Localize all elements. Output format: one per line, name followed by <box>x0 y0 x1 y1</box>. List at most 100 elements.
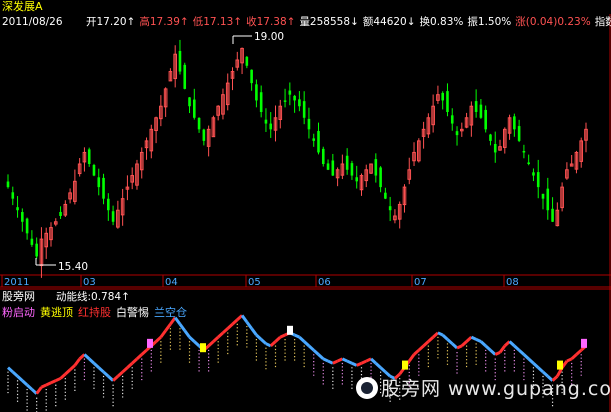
momentum-line-segment <box>121 366 129 374</box>
momentum-line-segment <box>307 344 315 352</box>
candle-body <box>298 99 301 107</box>
momentum-line-segment <box>126 362 134 369</box>
signal-block <box>147 338 153 348</box>
momentum-line-segment <box>92 362 100 369</box>
legend-entry: 红持股 <box>78 305 111 319</box>
candle-body <box>312 138 316 141</box>
header-item: 量258558↓ <box>299 16 358 28</box>
candle-body <box>551 208 554 222</box>
stock-name: 深发展A <box>2 0 43 13</box>
candle-body <box>183 64 187 89</box>
candle-body <box>546 188 550 211</box>
candle-body <box>517 126 521 141</box>
candle-body <box>250 69 253 84</box>
momentum-line-segment <box>327 359 334 365</box>
candle-body <box>202 129 206 141</box>
momentum-line-segment <box>159 329 167 339</box>
momentum-line-segment <box>432 331 439 339</box>
high-label: 19.00 <box>254 31 284 43</box>
momentum-line-segment <box>374 362 382 369</box>
indicator-title: 股旁网 <box>2 289 35 303</box>
candle-body <box>30 238 34 245</box>
header-item: 振1.50% <box>467 15 511 28</box>
momentum-line-segment <box>408 353 416 362</box>
momentum-line-segment <box>532 362 540 369</box>
momentum-line-segment <box>351 361 358 367</box>
momentum-line-segment <box>212 336 220 343</box>
candle-body <box>255 84 258 101</box>
momentum-line-segment <box>274 336 282 343</box>
x-tick-label: 06 <box>318 277 331 288</box>
candle-body <box>269 123 273 130</box>
candle-body <box>288 90 292 95</box>
momentum-line-segment <box>346 359 353 365</box>
momentum-line-segment <box>107 375 115 382</box>
legend-entry: 兰空仓 <box>154 305 187 319</box>
candle-body <box>384 192 387 199</box>
candle-body <box>283 100 287 102</box>
momentum-line-segment <box>164 323 172 332</box>
momentum-line-segment <box>255 333 263 341</box>
momentum-line-segment <box>489 349 497 356</box>
momentum-line-segment <box>317 353 325 360</box>
candle-body <box>331 160 335 176</box>
candle-body <box>493 143 497 153</box>
momentum-line-segment <box>73 358 81 367</box>
momentum-line-segment <box>537 366 545 374</box>
momentum-line-segment <box>155 336 162 343</box>
candle-body <box>11 192 15 199</box>
momentum-line-segment <box>475 337 482 343</box>
header-item: 换0.83% <box>420 15 464 28</box>
header-item: 高17.39↑ <box>139 15 188 28</box>
momentum-line-segment <box>503 340 511 347</box>
momentum-line-segment <box>479 340 487 347</box>
momentum-line-segment <box>303 340 310 347</box>
momentum-line-segment <box>456 344 463 350</box>
candle-body <box>178 50 182 72</box>
signal-block <box>402 360 408 370</box>
momentum-line-segment <box>413 349 420 356</box>
momentum-line-segment <box>341 357 348 363</box>
candle-body <box>307 118 311 130</box>
momentum-line-segment <box>332 359 339 365</box>
candle-body <box>92 165 96 176</box>
momentum-line-segment <box>441 333 449 341</box>
momentum-line-segment <box>312 349 320 356</box>
momentum-line-segment <box>437 331 444 337</box>
momentum-line-segment <box>379 366 387 374</box>
momentum-line-segment <box>140 349 148 356</box>
chart-labels: 2011/08/26 深发展A 开17.20↑ 高17.39↑ 低17.13↑ 收17… <box>1 0 611 319</box>
candle-body <box>479 104 483 118</box>
momentum-line-segment <box>260 338 267 345</box>
candle-body <box>87 149 91 164</box>
x-tick-label: 04 <box>165 277 178 288</box>
x-tick-label: 05 <box>248 277 261 288</box>
candle-body <box>350 163 354 176</box>
x-tick-label: 2011 <box>4 277 29 288</box>
candle-body <box>484 109 487 130</box>
header-date: 2011/08/26 <box>2 16 63 28</box>
gupang-logo-icon <box>356 377 378 399</box>
candle-body <box>16 207 19 211</box>
momentum-line-segment <box>97 366 105 374</box>
momentum-line-segment <box>231 318 239 326</box>
candle-body <box>522 150 526 153</box>
candle-body <box>489 134 492 141</box>
momentum-line-segment <box>575 349 583 356</box>
candle-body <box>450 115 454 124</box>
header-item: 涨(0.04)0.23% <box>515 16 590 28</box>
momentum-line-segment <box>527 357 535 365</box>
momentum-line-segment <box>112 375 119 382</box>
watermark: 股旁网 www.gupang.com <box>356 374 611 400</box>
momentum-line-segment <box>35 386 43 395</box>
candle-body <box>97 177 101 188</box>
momentum-line-segment <box>221 327 229 334</box>
legend-entry: 白警惕 <box>116 305 149 319</box>
momentum-line-segment <box>370 357 377 365</box>
momentum-line-segment <box>40 383 47 389</box>
signal-block <box>200 343 206 353</box>
momentum-line-segment <box>55 377 62 382</box>
candle-body <box>441 92 444 101</box>
momentum-line-segment <box>102 370 110 378</box>
momentum-line-segment <box>21 379 29 387</box>
